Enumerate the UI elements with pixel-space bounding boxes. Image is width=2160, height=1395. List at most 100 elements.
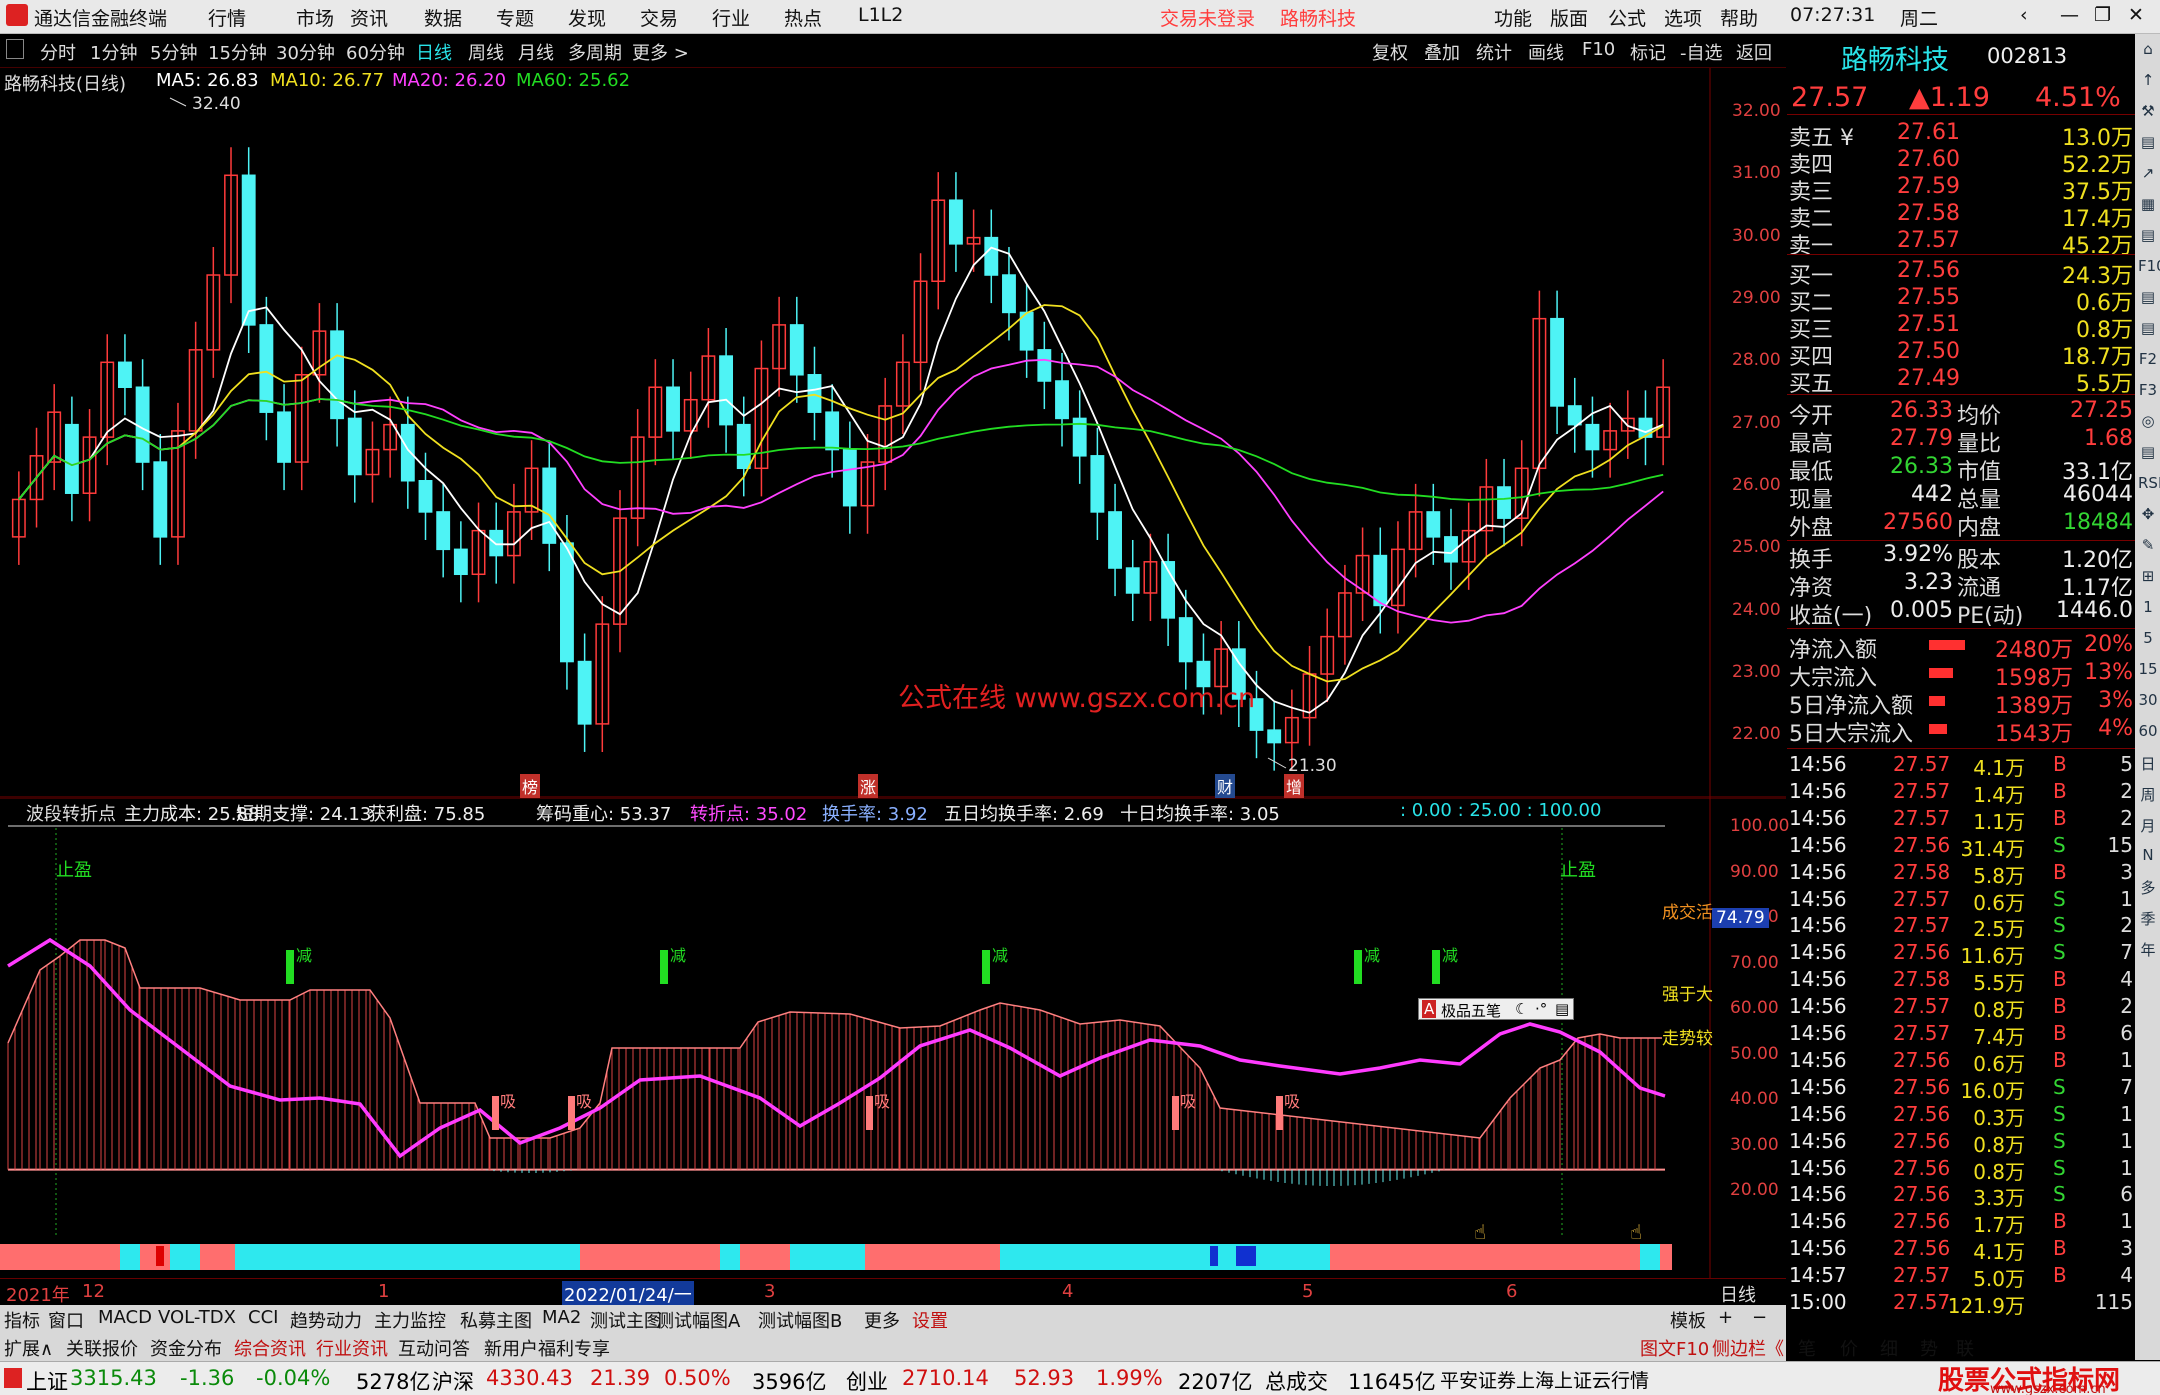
marker-zeng[interactable]: 增 <box>1284 774 1305 798</box>
side-tool-icon[interactable]: 60 <box>2138 722 2158 744</box>
side-tool-icon[interactable]: 月 <box>2138 815 2158 837</box>
side-tool-icon[interactable]: ↗ <box>2138 164 2158 186</box>
indicator-tab-11[interactable]: 测试幅图B <box>758 1307 842 1333</box>
info-tab-3[interactable]: 综合资讯 <box>234 1335 306 1361</box>
indicator-tab-2[interactable]: MACD <box>98 1307 152 1328</box>
period-tab-7[interactable]: 周线 <box>468 39 504 65</box>
index-name[interactable]: 上证 <box>26 1366 68 1395</box>
period-tab-1[interactable]: 1分钟 <box>90 39 137 65</box>
marker-bang[interactable]: 榜 <box>520 774 541 798</box>
chart-tool-2[interactable]: 统计 <box>1476 39 1512 65</box>
chart-tool-7[interactable]: 返回 <box>1736 39 1772 65</box>
chart-tool-5[interactable]: 标记 <box>1630 39 1666 65</box>
side-tool-icon[interactable]: ▤ <box>2138 133 2158 155</box>
info-tab-6[interactable]: 新用户福利专享 <box>484 1335 610 1361</box>
marker-cai[interactable]: 财 <box>1215 774 1236 798</box>
info-tab-right-3[interactable]: 价 <box>1840 1335 1858 1361</box>
info-tab-2[interactable]: 资金分布 <box>150 1335 222 1361</box>
indicator-tab-7[interactable]: 私募主图 <box>460 1307 532 1333</box>
close-icon[interactable]: ✕ <box>2128 4 2144 26</box>
right-menu-1[interactable]: 版面 <box>1550 4 1588 31</box>
side-tool-icon[interactable]: 日 <box>2138 753 2158 775</box>
info-tab-right-0[interactable]: 图文F10 <box>1640 1335 1709 1361</box>
right-menu-4[interactable]: 帮助 <box>1720 4 1758 31</box>
side-tool-icon[interactable]: N <box>2138 846 2158 868</box>
indicator-tab-6[interactable]: 主力监控 <box>374 1307 446 1333</box>
period-tab-5[interactable]: 60分钟 <box>346 39 405 65</box>
menu-1[interactable]: 市场 <box>296 4 334 31</box>
indicator-tab-8[interactable]: MA2 <box>542 1307 581 1328</box>
chart-tool-1[interactable]: 叠加 <box>1424 39 1460 65</box>
chart-tool-6[interactable]: -自选 <box>1680 39 1723 65</box>
side-tool-icon[interactable]: ✎ <box>2138 536 2158 558</box>
side-tool-icon[interactable]: ⌂ <box>2138 40 2158 62</box>
side-tool-icon[interactable]: 季 <box>2138 908 2158 930</box>
indicator-tab-3[interactable]: VOL-TDX <box>158 1307 236 1328</box>
indicator-tab-12[interactable]: 更多 <box>864 1307 900 1333</box>
info-tab-0[interactable]: 扩展∧ <box>4 1335 53 1361</box>
menu-7[interactable]: 行业 <box>712 4 750 31</box>
main-chart-svg[interactable] <box>0 68 1786 798</box>
info-tab-1[interactable]: 关联报价 <box>66 1335 138 1361</box>
menu-6[interactable]: 交易 <box>640 4 678 31</box>
period-tab-6[interactable]: 日线 <box>416 39 452 65</box>
side-tool-icon[interactable]: ✥ <box>2138 505 2158 527</box>
info-tab-4[interactable]: 行业资讯 <box>316 1335 388 1361</box>
period-tab-9[interactable]: 多周期 <box>568 39 622 65</box>
marker-zhang[interactable]: 涨 <box>858 774 879 798</box>
menu-5[interactable]: 发现 <box>568 4 606 31</box>
info-tab-right-1[interactable]: 侧边栏《 <box>1712 1335 1784 1361</box>
info-tab-right-5[interactable]: 势 <box>1920 1335 1938 1361</box>
right-menu-3[interactable]: 选项 <box>1664 4 1702 31</box>
side-tool-icon[interactable]: 周 <box>2138 784 2158 806</box>
right-menu-0[interactable]: 功能 <box>1494 4 1532 31</box>
index-name[interactable]: 创业 <box>846 1366 888 1395</box>
template-control-0[interactable]: 模板 <box>1670 1307 1706 1333</box>
template-control-1[interactable]: + <box>1718 1307 1733 1328</box>
template-control-2[interactable]: − <box>1752 1307 1767 1328</box>
indicator-tab-1[interactable]: 窗口 <box>48 1307 84 1333</box>
side-tool-icon[interactable]: F2 <box>2138 350 2158 372</box>
side-tool-icon[interactable]: ▦ <box>2138 195 2158 217</box>
side-tool-icon[interactable]: ▤ <box>2138 443 2158 465</box>
period-tab-4[interactable]: 30分钟 <box>276 39 335 65</box>
ime-toolbar[interactable]: A 极品五笔 ☾ ·° ▤ <box>1418 998 1574 1020</box>
info-tab-right-4[interactable]: 细 <box>1880 1335 1898 1361</box>
side-tool-icon[interactable]: 5 <box>2138 629 2158 651</box>
login-status[interactable]: 交易未登录 <box>1160 4 1255 31</box>
period-tab-2[interactable]: 5分钟 <box>150 39 197 65</box>
chart-tool-3[interactable]: 画线 <box>1528 39 1564 65</box>
side-tool-icon[interactable]: 多 <box>2138 877 2158 899</box>
side-tool-icon[interactable]: F10 <box>2138 257 2160 279</box>
info-tab-5[interactable]: 互动问答 <box>398 1335 470 1361</box>
menu-3[interactable]: 数据 <box>424 4 462 31</box>
side-tool-icon[interactable]: 15 <box>2138 660 2158 682</box>
chart-tool-0[interactable]: 复权 <box>1372 39 1408 65</box>
chart-tool-4[interactable]: F10 <box>1582 39 1615 60</box>
side-tool-icon[interactable]: F3 <box>2138 381 2158 403</box>
period-tab-0[interactable]: 分时 <box>40 39 76 65</box>
side-tool-icon[interactable]: 1 <box>2138 598 2158 620</box>
info-tab-right-6[interactable]: 联 <box>1956 1335 1974 1361</box>
indicator-tab-4[interactable]: CCI <box>248 1307 278 1328</box>
period-tab-3[interactable]: 15分钟 <box>208 39 267 65</box>
menu-9[interactable]: L1L2 <box>858 4 903 26</box>
minimize-icon[interactable]: — <box>2060 4 2079 26</box>
menu-0[interactable]: 行情 <box>208 4 246 31</box>
menu-4[interactable]: 专题 <box>496 4 534 31</box>
menu-2[interactable]: 资讯 <box>350 4 388 31</box>
indicator-tab-10[interactable]: 测试幅图A <box>656 1307 740 1333</box>
indicator-tab-5[interactable]: 趋势动力 <box>290 1307 362 1333</box>
side-tool-icon[interactable]: ↑ <box>2138 71 2158 93</box>
info-tab-right-2[interactable]: 笔 <box>1798 1335 1816 1361</box>
indicator-tab-13[interactable]: 设置 <box>912 1307 948 1333</box>
indicator-tab-0[interactable]: 指标 <box>4 1307 40 1333</box>
side-tool-icon[interactable]: ▤ <box>2138 319 2158 341</box>
side-tool-icon[interactable]: ⚒ <box>2138 102 2158 124</box>
side-tool-icon[interactable]: 年 <box>2138 939 2158 961</box>
side-tool-icon[interactable]: ⊞ <box>2138 567 2158 589</box>
back-icon[interactable]: ‹ <box>2020 4 2028 26</box>
sub-chart-svg[interactable] <box>0 798 1786 1278</box>
restore-icon[interactable]: ❐ <box>2094 4 2111 26</box>
period-tab-8[interactable]: 月线 <box>518 39 554 65</box>
